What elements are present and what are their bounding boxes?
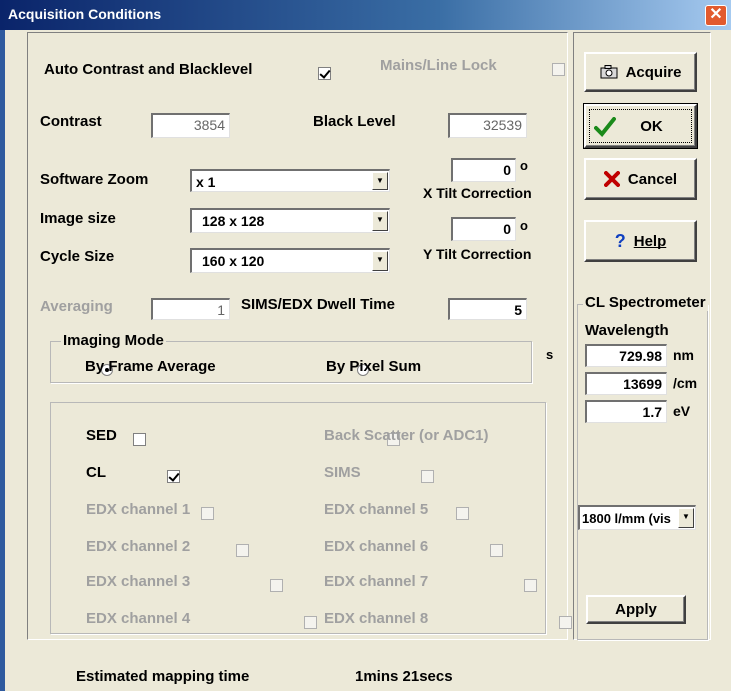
help-button[interactable]: ? Help (584, 220, 697, 262)
mains-lock-checkbox[interactable] (552, 62, 566, 76)
edx5-checkbox[interactable] (455, 506, 469, 520)
software-zoom-label: Software Zoom (40, 171, 149, 188)
edx7-label: EDX channel 7 (324, 573, 429, 590)
edx4-checkbox[interactable] (304, 615, 318, 629)
edx3-label: EDX channel 3 (86, 573, 191, 590)
camera-icon (600, 65, 618, 79)
apply-label: Apply (615, 601, 657, 618)
acquire-button[interactable]: Acquire (584, 52, 697, 92)
chevron-down-icon[interactable]: ▼ (372, 172, 388, 190)
image-size-value: 128 x 128 (202, 213, 265, 229)
edx4-label: EDX channel 4 (86, 610, 191, 627)
frame-average-label[interactable]: By Frame Average (85, 358, 216, 375)
chevron-down-icon[interactable]: ▼ (372, 211, 388, 231)
close-icon: ✕ (709, 6, 723, 23)
edx6-checkbox[interactable] (489, 543, 503, 557)
auto-contrast-checkbox[interactable] (318, 66, 331, 80)
edx7-checkbox[interactable] (524, 578, 538, 592)
edx8-label: EDX channel 8 (324, 610, 429, 627)
edx3-checkbox[interactable] (270, 578, 284, 592)
check-icon (594, 117, 616, 137)
y-tilt-degree-unit: o (520, 218, 528, 233)
edx8-checkbox[interactable] (558, 615, 572, 629)
software-zoom-select[interactable]: x 1 ▼ (190, 169, 390, 192)
averaging-field[interactable]: 1 (151, 298, 230, 320)
contrast-field[interactable]: 3854 (151, 113, 230, 138)
averaging-label: Averaging (40, 298, 113, 315)
grating-select[interactable]: 1800 l/mm (vis ▼ (578, 505, 696, 530)
black-level-label: Black Level (313, 113, 396, 130)
cancel-button[interactable]: Cancel (584, 158, 697, 200)
edx1-checkbox[interactable] (201, 506, 215, 520)
cl-label[interactable]: CL (86, 464, 106, 481)
edx2-label: EDX channel 2 (86, 538, 191, 555)
cancel-label: Cancel (627, 170, 678, 188)
x-tilt-degree-unit: o (520, 158, 528, 173)
edx6-label: EDX channel 6 (324, 538, 429, 555)
wavelength-nm-field[interactable]: 729.98 (585, 344, 667, 367)
title-bar[interactable]: Acquisition Conditions (0, 0, 731, 30)
back-scatter-label: Back Scatter (or ADC1) (324, 427, 489, 444)
dwell-time-field[interactable]: 5 (448, 298, 527, 320)
acquire-label: Acquire (625, 63, 682, 81)
imaging-mode-legend: Imaging Mode (61, 332, 166, 349)
x-tilt-field[interactable]: 0 (451, 158, 516, 182)
ok-button[interactable]: OK (583, 103, 698, 149)
image-size-label: Image size (40, 210, 116, 227)
software-zoom-value: x 1 (196, 174, 216, 190)
cancel-x-icon (603, 171, 620, 187)
estimated-time-label: Estimated mapping time (76, 668, 250, 685)
cycle-size-value: 160 x 120 (202, 253, 265, 269)
apply-button[interactable]: Apply (586, 595, 686, 624)
sed-checkbox[interactable] (132, 432, 146, 446)
close-button[interactable]: ✕ (705, 5, 727, 26)
mains-lock-label: Mains/Line Lock (380, 57, 497, 74)
estimated-time-value: 1mins 21secs (355, 668, 453, 685)
edx5-label: EDX channel 5 (324, 501, 429, 518)
y-tilt-field[interactable]: 0 (451, 217, 516, 241)
pixel-sum-label[interactable]: By Pixel Sum (326, 358, 421, 375)
chevron-down-icon[interactable]: ▼ (678, 508, 694, 528)
ev-unit-label: eV (673, 403, 691, 419)
y-tilt-label: Y Tilt Correction (423, 246, 532, 262)
help-question-icon: ? (614, 230, 626, 251)
auto-contrast-label: Auto Contrast and Blacklevel (44, 61, 253, 78)
image-size-select[interactable]: 128 x 128 ▼ (190, 208, 390, 233)
x-tilt-label: X Tilt Correction (423, 185, 532, 201)
clipped-label: s (546, 347, 554, 362)
black-level-field[interactable]: 32539 (448, 113, 527, 138)
sims-checkbox[interactable] (421, 469, 435, 483)
sed-label[interactable]: SED (86, 427, 117, 444)
cl-checkbox[interactable] (167, 469, 181, 483)
window-title: Acquisition Conditions (8, 6, 162, 22)
cl-spectrometer-legend: CL Spectrometer (583, 294, 708, 311)
cycle-size-label: Cycle Size (40, 248, 115, 265)
wavelength-label: Wavelength (585, 322, 669, 339)
nm-unit-label: nm (673, 347, 694, 363)
energy-ev-field[interactable]: 1.7 (585, 400, 667, 423)
window-left-border (0, 30, 5, 691)
help-label: Help (633, 232, 667, 250)
cm-unit-label: /cm (673, 375, 698, 391)
wavenumber-field[interactable]: 13699 (585, 372, 667, 395)
chevron-down-icon[interactable]: ▼ (372, 251, 388, 271)
dwell-time-label: SIMS/EDX Dwell Time (241, 296, 395, 313)
grating-value: 1800 l/mm (vis (582, 511, 671, 526)
cycle-size-select[interactable]: 160 x 120 ▼ (190, 248, 390, 273)
contrast-label: Contrast (40, 113, 102, 130)
edx2-checkbox[interactable] (235, 543, 249, 557)
edx1-label: EDX channel 1 (86, 501, 191, 518)
sims-label: SIMS (324, 464, 361, 481)
